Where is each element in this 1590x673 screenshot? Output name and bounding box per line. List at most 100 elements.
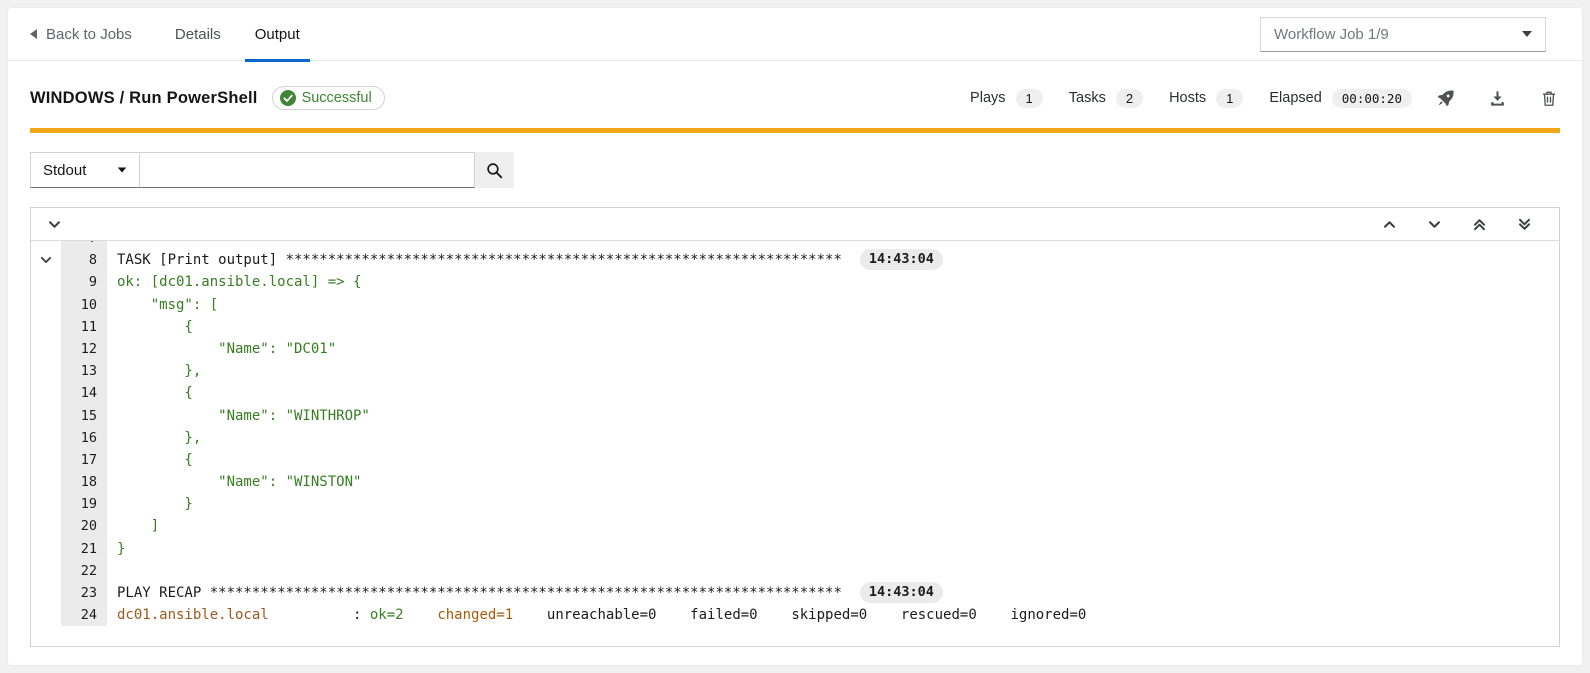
text-segment: } [117,496,193,512]
line-number: 9 [61,271,107,293]
expand-gutter [31,582,61,604]
stat-label: Tasks [1069,90,1106,106]
stat-value-badge: 2 [1116,89,1143,108]
line-number: 21 [61,538,107,560]
text-segment: }, [117,363,201,379]
stat-value-badge: 1 [1016,89,1043,108]
expand-gutter [31,471,61,493]
line-content: { [107,449,1559,471]
line-number: 7 [61,241,107,249]
text-segment: "Name": "WINSTON" [117,474,361,490]
back-to-jobs-label: Back to Jobs [46,26,132,43]
expand-gutter [31,515,61,537]
tab-output[interactable]: Output [238,8,317,61]
status-badge: Successful [272,86,385,110]
line-number: 16 [61,427,107,449]
tab-details[interactable]: Details [158,8,238,61]
job-header: WINDOWS / Run PowerShell Successful Play… [8,61,1582,113]
line-number: 15 [61,405,107,427]
stat-label: Plays [970,90,1005,106]
line-number: 20 [61,515,107,537]
job-stats: Plays1Tasks2Hosts1Elapsed00:00:20 [970,89,1412,108]
text-segment: : [269,607,370,623]
expand-gutter [31,294,61,316]
back-to-jobs-link[interactable]: Back to Jobs [30,26,132,43]
output-line-22: 22 [31,560,1559,582]
scroll-down-icon[interactable] [1427,217,1442,232]
line-content: { [107,316,1559,338]
line-number: 11 [61,316,107,338]
check-circle-icon [280,90,296,106]
output-line-11: 11 { [31,316,1559,338]
text-segment: "Name": "DC01" [117,341,336,357]
text-segment: ] [117,518,159,534]
relaunch-rocket-icon[interactable] [1434,87,1457,110]
output-line-10: 10 "msg": [ [31,294,1559,316]
line-content: PLAY RECAP *****************************… [107,582,1559,604]
collapse-all-toggle[interactable] [47,217,62,232]
output-line-16: 16 }, [31,427,1559,449]
scroll-to-top-icon[interactable] [1472,217,1487,232]
output-line-17: 17 { [31,449,1559,471]
line-content: }, [107,427,1559,449]
stdout-filter-select[interactable]: Stdout [30,152,140,188]
stat-plays: Plays 1 [970,89,1043,108]
scroll-controls [1382,217,1559,232]
expand-gutter [31,271,61,293]
text-segment: TASK [Print output] ********************… [117,252,842,268]
chevron-down-icon [1522,31,1532,37]
workflow-job-select-value: Workflow Job 1/9 [1274,26,1389,43]
search-button[interactable] [475,152,514,188]
timestamp-badge: 14:43:04 [860,582,943,603]
stat-hosts: Hosts1 [1169,89,1243,108]
expand-gutter [31,241,61,249]
stat-tasks: Tasks 2 [1069,89,1143,108]
line-content: "Name": "WINSTON" [107,471,1559,493]
back-arrow-icon [30,29,37,39]
delete-trash-icon[interactable] [1538,87,1560,110]
line-number: 22 [61,560,107,582]
line-content: } [107,493,1559,515]
expand-gutter [31,249,61,271]
chevron-down-icon [118,167,127,172]
stdout-viewport[interactable]: 78 TASK [Print output] ******************… [31,241,1559,646]
line-number: 13 [61,360,107,382]
line-number: 18 [61,471,107,493]
output-line-7: 7 [31,241,1559,249]
text-segment: ok=2 [370,607,404,623]
line-number: 24 [61,604,107,626]
line-number: 8 [61,249,107,271]
job-actions [1434,87,1560,110]
output-line-20: 20 ] [31,515,1559,537]
expand-gutter [31,360,61,382]
line-number: 19 [61,493,107,515]
output-line-18: 18 "Name": "WINSTON" [31,471,1559,493]
output-line-19: 19 } [31,493,1559,515]
expand-gutter [31,405,61,427]
tab-output-label: Output [255,26,300,43]
scroll-to-bottom-icon[interactable] [1517,217,1532,232]
output-line-21: 21} [31,538,1559,560]
output-line-9: 9 ok: [dc01.ansible.local] => { [31,271,1559,293]
scroll-up-icon[interactable] [1382,217,1397,232]
line-content: ok: [dc01.ansible.local] => { [107,271,1559,293]
page-title: WINDOWS / Run PowerShell [30,89,258,108]
text-segment: unreachable=0 failed=0 skipped=0 rescued… [513,607,1086,623]
output-line-23: 23PLAY RECAP ***************************… [31,582,1559,604]
line-number: 23 [61,582,107,604]
tab-details-label: Details [175,26,221,43]
output-line-15: 15 "Name": "WINTHROP" [31,405,1559,427]
expand-gutter [31,604,61,626]
text-segment: changed=1 [437,607,513,623]
line-number: 17 [61,449,107,471]
stat-label: Elapsed [1269,90,1321,106]
expand-gutter [31,493,61,515]
workflow-job-select[interactable]: Workflow Job 1/9 [1260,17,1546,52]
output-line-14: 14 { [31,382,1559,404]
line-content: ] [107,515,1559,537]
search-input[interactable] [140,152,475,188]
download-icon[interactable] [1486,87,1509,110]
text-segment: ok: [dc01.ansible.local] => { [117,274,361,290]
task-expand-toggle[interactable] [39,253,53,267]
expand-gutter [31,449,61,471]
